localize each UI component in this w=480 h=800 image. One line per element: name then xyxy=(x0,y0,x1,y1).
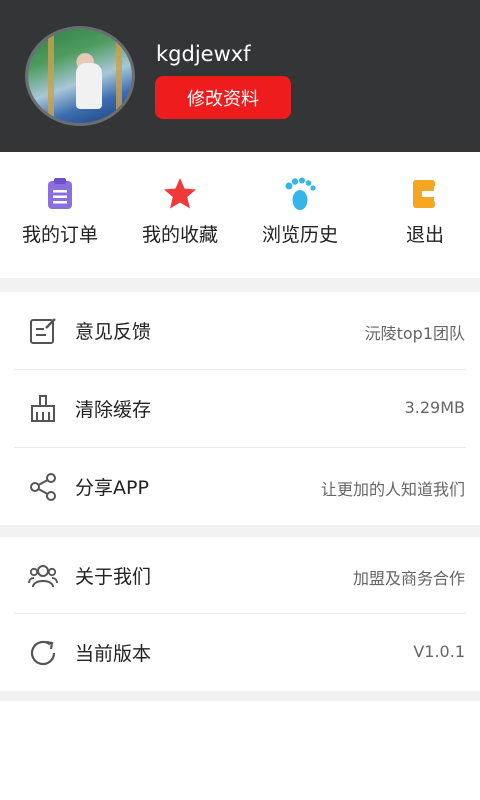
menu-item-current-version[interactable]: 当前版本 V1.0.1 xyxy=(0,614,480,691)
my-orders-label: 我的订单 xyxy=(21,224,98,246)
order-list-icon xyxy=(48,178,72,209)
section-separator xyxy=(0,691,480,701)
users-icon xyxy=(28,565,58,588)
menu-title: 分享APP xyxy=(75,477,149,499)
exit-icon xyxy=(413,180,442,208)
menu-item-feedback[interactable]: 意见反馈 沅陵top1团队 xyxy=(0,292,480,369)
menu-value: 让更加的人知道我们 xyxy=(320,480,465,499)
refresh-icon xyxy=(30,640,56,666)
menu-value: 3.29MB xyxy=(404,398,465,417)
logout-button[interactable]: 退出 xyxy=(365,176,480,256)
my-favorites-button[interactable]: 我的收藏 xyxy=(120,176,240,256)
footprint-icon xyxy=(285,177,316,210)
section-separator xyxy=(0,278,480,292)
menu-item-about-us[interactable]: 关于我们 加盟及商务合作 xyxy=(0,537,480,614)
menu-value: V1.0.1 xyxy=(413,642,465,661)
edit-profile-button[interactable]: 修改资料 xyxy=(155,76,291,119)
my-orders-button[interactable]: 我的订单 xyxy=(0,176,120,256)
username: kgdjewxf xyxy=(156,42,251,66)
broom-icon xyxy=(31,395,55,422)
menu-value: 沅陵top1团队 xyxy=(364,324,465,343)
menu-value: 加盟及商务合作 xyxy=(352,569,465,588)
logout-label: 退出 xyxy=(405,224,444,246)
menu-item-share-app[interactable]: 分享APP 让更加的人知道我们 xyxy=(0,448,480,525)
my-favorites-label: 我的收藏 xyxy=(141,224,218,246)
star-icon xyxy=(164,178,196,209)
share-icon xyxy=(30,473,56,501)
menu-title: 意见反馈 xyxy=(75,321,152,343)
menu-title: 关于我们 xyxy=(75,566,152,588)
menu-title: 清除缓存 xyxy=(75,399,152,421)
menu-title: 当前版本 xyxy=(75,643,152,665)
browse-history-button[interactable]: 浏览历史 xyxy=(240,176,360,256)
menu-item-clear-cache[interactable]: 清除缓存 3.29MB xyxy=(0,370,480,447)
section-separator xyxy=(0,525,480,537)
avatar[interactable] xyxy=(25,26,135,126)
quick-actions: 我的订单 我的收藏 浏览历史 退出 xyxy=(0,152,480,278)
profile-header: kgdjewxf 修改资料 xyxy=(0,0,480,152)
browse-history-label: 浏览历史 xyxy=(261,224,338,246)
feedback-icon xyxy=(30,318,56,344)
